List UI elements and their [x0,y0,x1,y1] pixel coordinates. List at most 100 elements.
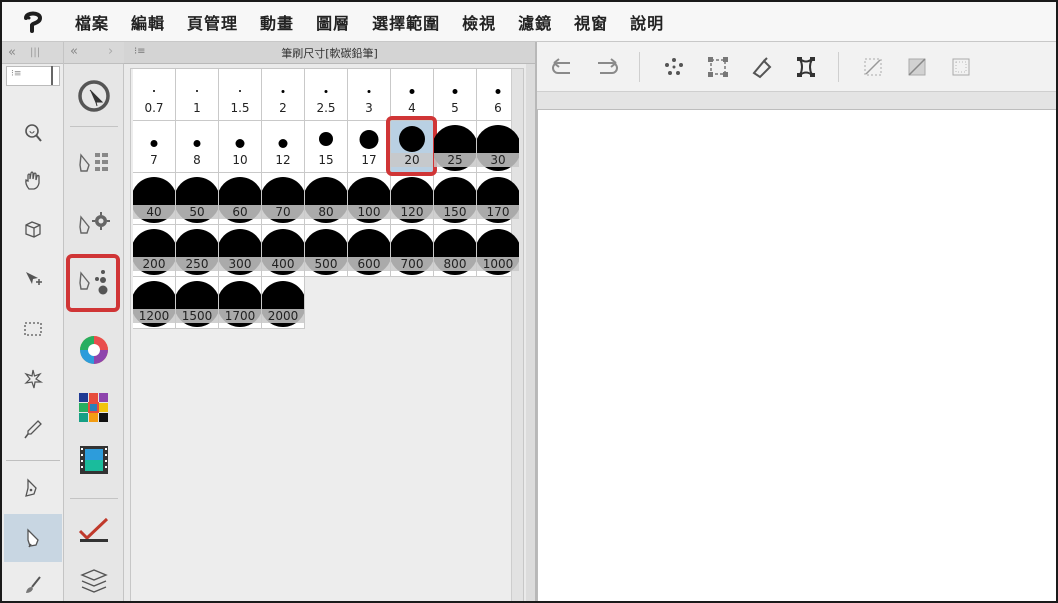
color-wheel-icon[interactable] [72,328,116,372]
pen-small-icon [47,65,57,87]
brush-size-label: 800 [434,257,476,271]
brush-size-cell[interactable]: 17 [348,121,391,173]
perspective-disabled-icon[interactable] [899,49,935,85]
app-logo-icon[interactable] [2,2,64,42]
tool-property-icon[interactable] [72,142,116,186]
brush-size-cell[interactable]: 700 [391,225,434,277]
brush-size-cell[interactable]: 50 [176,173,219,225]
brush-size-cell[interactable]: 70 [262,173,305,225]
fill-icon[interactable] [744,49,780,85]
transform-icon[interactable] [700,49,736,85]
brush-size-palette: ⁝≡ 筆刷尺寸[軟碳鉛筆] 0.7 1 1.5 2 2.5 3 4 5 6 7 8 10 12 15 17 2… [124,42,537,601]
auto-select-icon[interactable] [16,362,50,396]
brush-size-cell[interactable]: 1200 [133,277,176,329]
brush-size-cell[interactable]: 2.5 [305,69,348,121]
brush-size-cell[interactable]: 0.7 [133,69,176,121]
toolbar-separator [639,51,640,82]
brush-size-label: 15 [318,153,334,167]
brush-size-cell[interactable]: 200 [133,225,176,277]
menu-view[interactable]: 檢視 [451,10,507,34]
grid-disabled-icon[interactable] [943,49,979,85]
brush-size-cell[interactable]: 1700 [219,277,262,329]
collapse-left-icon[interactable]: « [70,44,78,59]
brush-size-label: 5 [451,101,459,115]
brush-size-cell[interactable]: 60 [219,173,262,225]
canvas[interactable] [537,110,1056,601]
brush-size-cell[interactable]: 10 [219,121,262,173]
brush-size-cell[interactable]: 300 [219,225,262,277]
brush-size-cell[interactable]: 600 [348,225,391,277]
palette-scrollbar[interactable] [526,64,535,601]
brush-size-cell[interactable]: 4 [391,69,434,121]
menu-help[interactable]: 說明 [619,10,675,34]
menu-page[interactable]: 頁管理 [176,10,249,34]
brush-size-cell[interactable]: 120 [391,173,434,225]
brush-size-label: 150 [434,205,476,219]
brush-size-preview-dot [495,88,501,94]
menu-animation[interactable]: 動畫 [249,10,305,34]
menu-file[interactable]: 檔案 [64,10,120,34]
3d-icon[interactable] [16,212,50,246]
menu-edit[interactable]: 編輯 [120,10,176,34]
brush-size-cell[interactable]: 40 [133,173,176,225]
panel-menu-icon[interactable]: ⁝≡ [134,46,146,57]
brush-size-cell[interactable]: 15 [305,121,348,173]
brush-size-cell[interactable]: 500 [305,225,348,277]
ruler-disabled-icon[interactable] [855,49,891,85]
pen-icon[interactable] [16,470,50,504]
brush-size-cell[interactable]: 25 [434,121,477,173]
brush-size-cell[interactable]: 80 [305,173,348,225]
brush-size-preview-dot [399,126,425,152]
brush-size-cell[interactable]: 800 [434,225,477,277]
tool-palette-tab[interactable]: ⁝≡ [6,66,60,86]
layers-icon[interactable] [72,560,116,601]
brush-size-label: 60 [219,205,261,219]
redo-icon[interactable] [589,49,625,85]
hand-icon[interactable] [16,164,50,198]
brush-size-cell[interactable]: 250 [176,225,219,277]
collapse-left-icon[interactable]: « [8,45,16,60]
sub-divider [70,126,118,127]
move-icon[interactable] [16,262,50,296]
sub-palette-header: « › [64,42,124,64]
menu-layer[interactable]: 圖層 [305,10,361,34]
menu-window[interactable]: 視窗 [563,10,619,34]
menu-bar: 檔案 編輯 頁管理 動畫 圖層 選擇範圍 檢視 濾鏡 視窗 說明 [2,2,1056,42]
brush-size-cell[interactable]: 150 [434,173,477,225]
brush-size-cell[interactable]: 3 [348,69,391,121]
brush-size-cell[interactable]: 1.5 [219,69,262,121]
brush-size-cell[interactable]: 100 [348,173,391,225]
highlight-brush-size-button [66,254,120,312]
color-set-icon[interactable] [72,386,116,430]
brush-size-preview-dot [324,89,328,93]
eyedropper-icon[interactable] [16,412,50,446]
brush-size-label: 1500 [176,309,218,323]
brush-size-cell[interactable]: 1500 [176,277,219,329]
pencil-icon[interactable] [4,514,62,562]
navigator-icon[interactable] [72,508,116,552]
brush-icon[interactable] [16,568,50,601]
brush-size-cell[interactable]: 7 [133,121,176,173]
menu-selection[interactable]: 選擇範圍 [361,10,451,34]
brush-size-cell[interactable]: 8 [176,121,219,173]
panel-menu-icon[interactable]: ||| [30,47,40,58]
brush-size-preview-dot [150,139,158,147]
brush-size-cell[interactable]: 5 [434,69,477,121]
brush-size-cell[interactable]: 2 [262,69,305,121]
expand-right-icon[interactable]: › [108,44,113,59]
select-dots-icon[interactable] [656,49,692,85]
brush-size-label: 1.5 [230,101,250,115]
zoom-icon[interactable] [16,116,50,150]
tool-divider [6,460,60,461]
brush-size-cell[interactable]: 12 [262,121,305,173]
brush-size-cell[interactable]: 400 [262,225,305,277]
menu-filter[interactable]: 濾鏡 [507,10,563,34]
crop-icon[interactable] [788,49,824,85]
undo-icon[interactable] [545,49,581,85]
sub-tool-icon[interactable] [72,74,116,118]
brush-size-cell[interactable]: 2000 [262,277,305,329]
sub-tool-detail-icon[interactable] [72,202,116,246]
selection-rect-icon[interactable] [16,312,50,346]
brush-size-cell[interactable]: 1 [176,69,219,121]
animation-icon[interactable] [72,438,116,482]
